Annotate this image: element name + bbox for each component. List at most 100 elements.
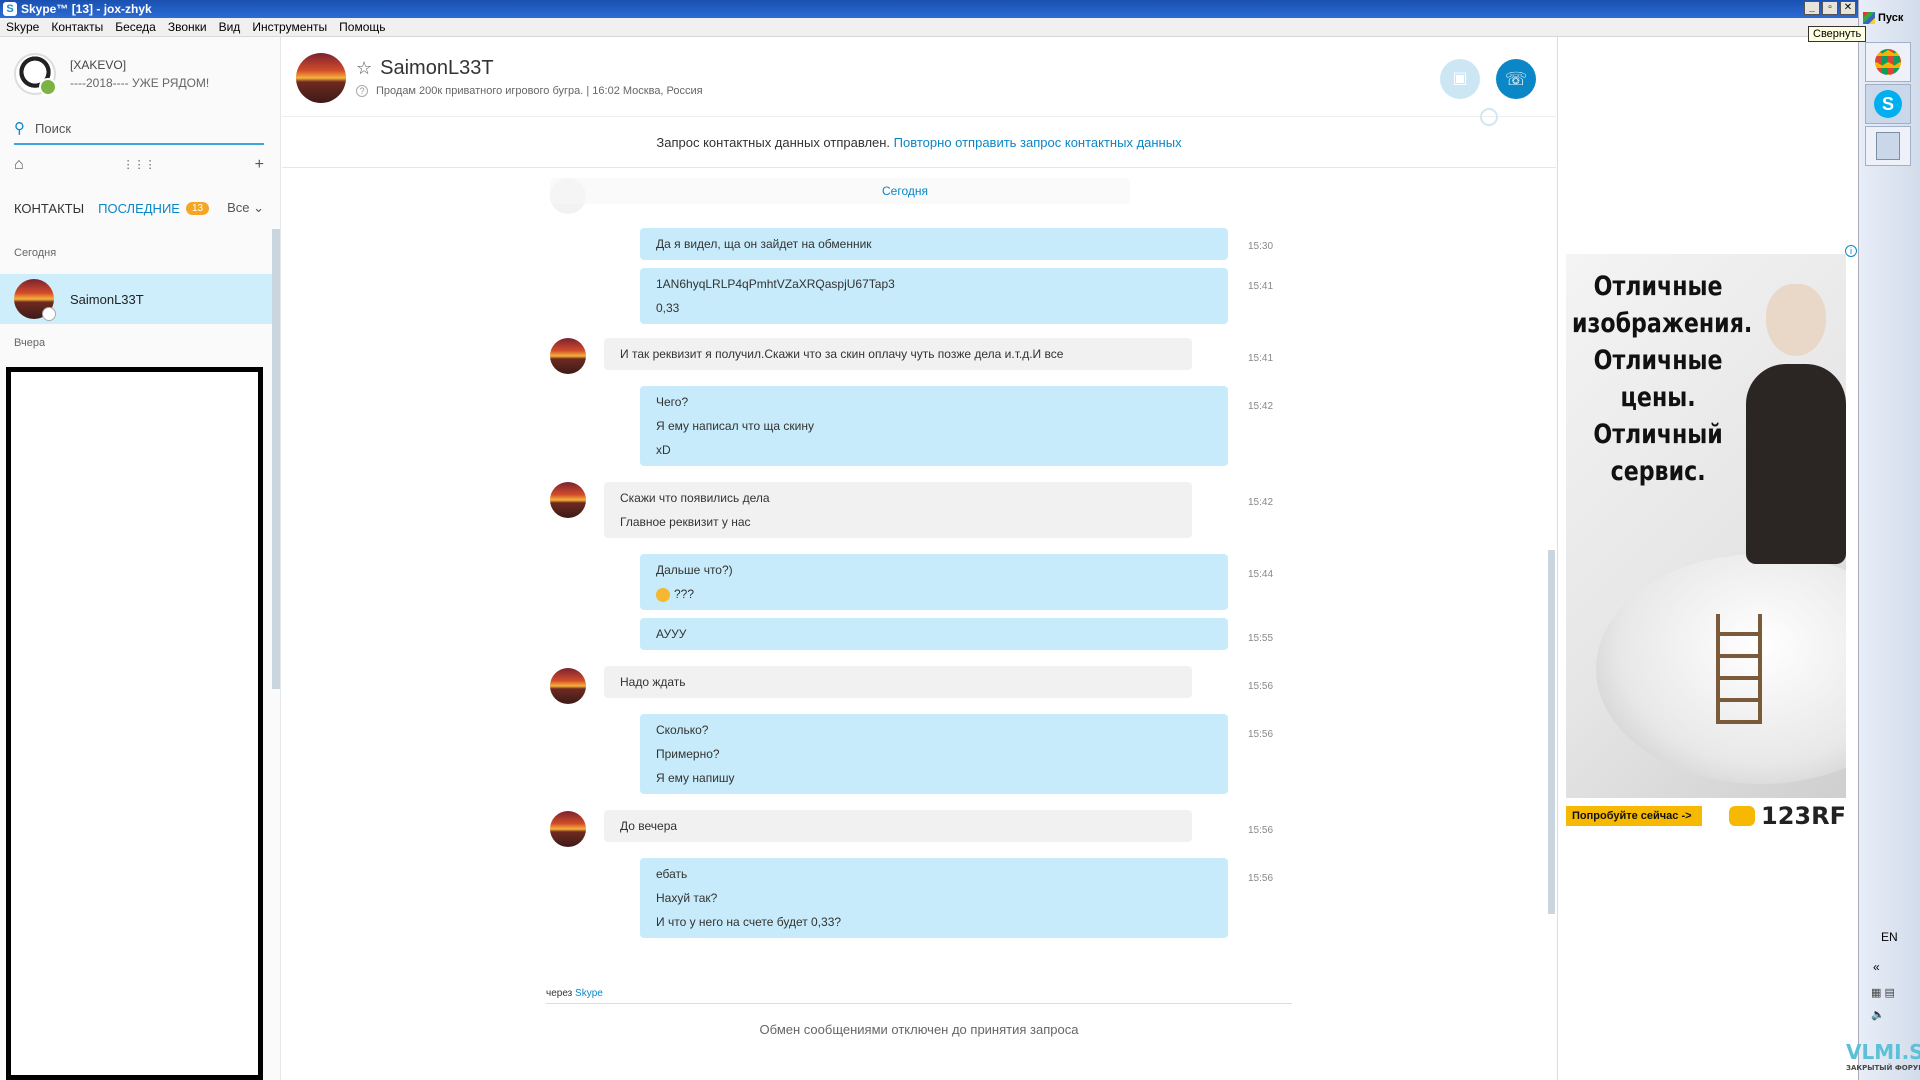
status-unknown-icon: ? <box>356 85 368 97</box>
title-bar: S Skype™ [13] - jox-zhyk _ ▫ ✕ <box>0 0 1858 18</box>
window-title: Skype™ [13] - jox-zhyk <box>21 2 152 16</box>
message-line: Сколько? <box>656 723 709 737</box>
profile-mood: ----2018---- УЖЕ РЯДОМ! <box>70 76 210 90</box>
faded-message <box>550 178 1130 204</box>
chat-scrollbar[interactable] <box>1548 550 1555 914</box>
tab-contacts[interactable]: КОНТАКТЫ <box>14 201 84 216</box>
audio-call-button[interactable]: ☏ <box>1496 59 1536 99</box>
ad-headline: Отличные изображения. Отличные цены. Отл… <box>1572 268 1752 490</box>
brand-logo-icon <box>1729 806 1756 826</box>
message-bubble[interactable]: Чего? Я ему написал что ща скину xD <box>640 386 1228 466</box>
minimize-button[interactable]: _ <box>1804 1 1820 15</box>
ad-info-icon[interactable]: i <box>1845 245 1857 257</box>
skype-link[interactable]: Skype <box>575 988 603 999</box>
message-time: 15:56 <box>1248 681 1274 692</box>
message-bubble[interactable]: И так реквизит я получил.Скажи что за ск… <box>604 338 1192 370</box>
filter-label: Все <box>227 200 250 215</box>
menu-contacts[interactable]: Контакты <box>45 20 109 34</box>
start-button[interactable]: Пуск <box>1863 8 1919 28</box>
chevron-down-icon: ⌄ <box>253 200 264 215</box>
add-icon[interactable]: + <box>255 156 264 174</box>
watermark-subtext: ЗАКРЫТЫЙ ФОРУМ <box>1846 1064 1920 1072</box>
globe-icon <box>1480 108 1498 126</box>
message-bubble[interactable]: 1AN6hyqLRLP4qPmhtVZaXRQaspjU67Tap3 0,33 <box>640 268 1228 324</box>
tab-recent[interactable]: ПОСЛЕДНИЕ <box>98 201 180 216</box>
section-yesterday: Вчера <box>14 337 46 349</box>
video-call-button[interactable]: ▣ <box>1440 59 1480 99</box>
message-line: Я ему напишу <box>656 771 735 785</box>
search-icon: ⚲ <box>14 120 25 137</box>
ad-cta-button[interactable]: Попробуйте сейчас -> <box>1566 806 1702 826</box>
contact-avatar <box>14 279 56 321</box>
volume-icon[interactable]: 🔈 <box>1871 1004 1911 1026</box>
language-indicator[interactable]: EN <box>1881 930 1898 944</box>
menu-skype[interactable]: Skype <box>0 20 45 34</box>
sender-avatar[interactable] <box>550 482 586 518</box>
message-bubble[interactable]: Да я видел, ща он зайдет на обменник <box>640 228 1228 260</box>
divider <box>546 1003 1292 1004</box>
message-time: 15:41 <box>1248 281 1274 292</box>
message-line: АУУУ <box>656 627 687 641</box>
taskbar-skype[interactable]: S <box>1865 84 1911 124</box>
ad-banner[interactable]: Отличные изображения. Отличные цены. Отл… <box>1566 254 1846 798</box>
home-icon[interactable]: ⌂ <box>14 156 24 174</box>
message-time: 15:44 <box>1248 569 1274 580</box>
taskbar-chrome[interactable] <box>1865 42 1911 82</box>
menu-help[interactable]: Помощь <box>333 20 391 34</box>
resend-request-link[interactable]: Повторно отправить запрос контактных дан… <box>894 135 1182 150</box>
message-bubble[interactable]: До вечера <box>604 810 1192 842</box>
message-time: 15:56 <box>1248 825 1274 836</box>
via-prefix: через <box>546 988 573 999</box>
message-line: ??? <box>674 587 695 601</box>
message-time: 15:30 <box>1248 241 1274 252</box>
taskbar: Пуск S EN « ▦ ▤ 🔈 <box>1858 0 1920 1080</box>
recent-contact-item[interactable]: SaimonL33T <box>0 274 272 324</box>
network-icon[interactable]: ▦ ▤ <box>1871 982 1911 1004</box>
sender-avatar[interactable] <box>550 811 586 847</box>
sidebar-scrollbar[interactable] <box>272 229 280 689</box>
ad-ladder-image <box>1716 614 1762 724</box>
redacted-area <box>6 367 263 1080</box>
taskbar-calculator[interactable] <box>1865 126 1911 166</box>
sender-avatar[interactable] <box>550 668 586 704</box>
close-button[interactable]: ✕ <box>1840 1 1856 15</box>
message-bubble[interactable]: ебать Нахуй так? И что у него на счете б… <box>640 858 1228 938</box>
sidebar-toolbar: ⌂ ⋮⋮⋮ + <box>14 156 264 174</box>
ad-footer: Попробуйте сейчас -> 123RF <box>1566 802 1846 830</box>
search-input[interactable]: ⚲ Поиск <box>14 113 264 145</box>
chat-title: SaimonL33T <box>380 57 494 79</box>
profile-name: [XAKEVO] <box>70 58 127 72</box>
message-bubble[interactable]: Сколько? Примерно? Я ему напишу <box>640 714 1228 794</box>
message-line: Скажи что появились дела <box>620 491 770 505</box>
minimize-tooltip: Свернуть <box>1808 26 1867 42</box>
favorite-star-icon[interactable]: ☆ <box>356 58 372 79</box>
profile-block[interactable]: [XAKEVO] ----2018---- УЖЕ РЯДОМ! <box>14 53 210 96</box>
maximize-button[interactable]: ▫ <box>1822 1 1838 15</box>
message-line: И так реквизит я получил.Скажи что за ск… <box>620 347 1064 361</box>
messaging-disabled-note: Обмен сообщениями отключен до принятия з… <box>759 1022 1079 1037</box>
filter-dropdown[interactable]: Все ⌄ <box>227 200 264 216</box>
menu-calls[interactable]: Звонки <box>162 20 213 34</box>
menu-tools[interactable]: Инструменты <box>246 20 333 34</box>
chat-subtitle: ? Продам 200к приватного игрового бугра. … <box>356 85 703 97</box>
message-bubble[interactable]: Скажи что появились дела Главное реквизи… <box>604 482 1192 538</box>
menu-view[interactable]: Вид <box>213 20 247 34</box>
message-line: До вечера <box>620 819 678 833</box>
skype-icon: S <box>1874 90 1902 118</box>
ad-model-image <box>1736 284 1846 584</box>
message-area: Сегодня Да я видел, ща он зайдет на обме… <box>282 168 1556 1080</box>
ad-line: Отличные <box>1593 271 1723 302</box>
sidebar: [XAKEVO] ----2018---- УЖЕ РЯДОМ! ⚲ Поиск… <box>0 37 281 1080</box>
tray-expand-icon[interactable]: « <box>1873 960 1880 974</box>
menu-conversation[interactable]: Беседа <box>109 20 162 34</box>
ad-brand-logo[interactable]: 123RF <box>1729 802 1846 830</box>
chat-avatar[interactable] <box>296 53 346 103</box>
message-line: Чего? <box>656 395 689 409</box>
sender-avatar[interactable] <box>550 338 586 374</box>
dialpad-icon[interactable]: ⋮⋮⋮ <box>123 156 156 174</box>
message-bubble[interactable]: Дальше что?) ??? <box>640 554 1228 610</box>
start-label: Пуск <box>1878 12 1904 24</box>
message-bubble[interactable]: АУУУ <box>640 618 1228 650</box>
message-bubble[interactable]: Надо ждать <box>604 666 1192 698</box>
avatar[interactable] <box>14 53 57 96</box>
